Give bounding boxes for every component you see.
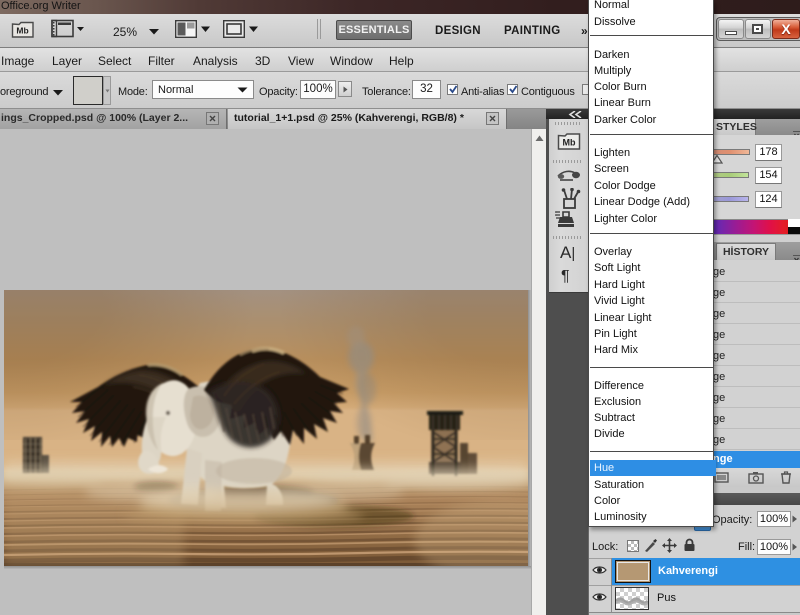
svg-text:Mb: Mb bbox=[563, 138, 576, 148]
svg-text:Mb: Mb bbox=[16, 26, 28, 36]
